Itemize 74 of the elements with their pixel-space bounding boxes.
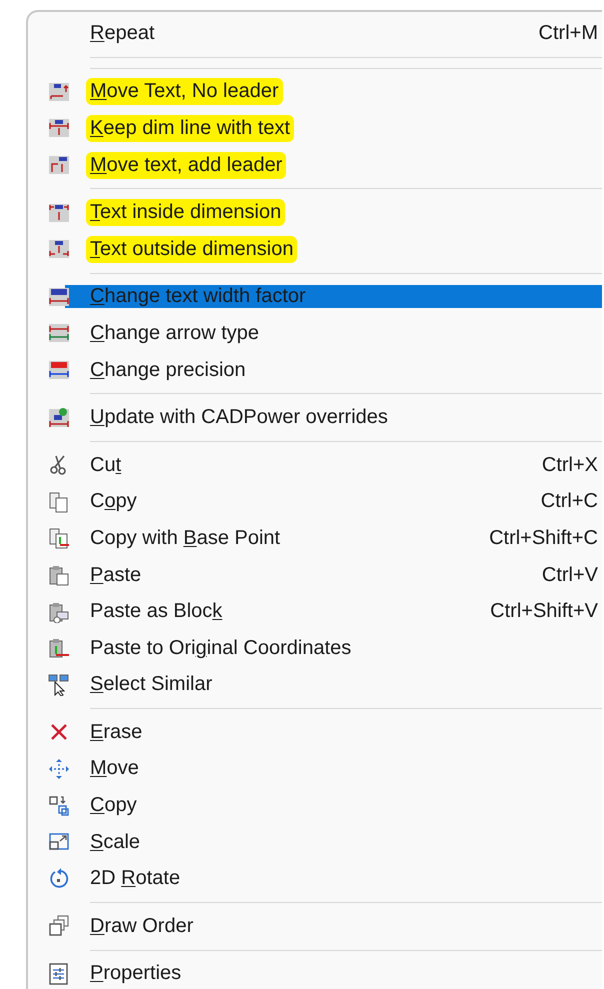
menu-item-label: Text inside dimension: [86, 199, 286, 226]
menu-item-label: Copy: [90, 793, 137, 818]
menu-item[interactable]: 2D Rotate: [28, 860, 602, 898]
menu-item[interactable]: Copy: [28, 787, 602, 824]
shortcut-text: Ctrl+Shift+V: [490, 600, 599, 624]
menu-item-label: Update with CADPower overrides: [90, 405, 388, 430]
menu-item-label: 2D Rotate: [90, 866, 180, 892]
menu-item-label: Change arrow type: [90, 320, 259, 346]
shortcut-text: Ctrl+M: [538, 22, 599, 45]
menu-item[interactable]: Text outside dimension: [28, 230, 602, 268]
menu-item[interactable]: Repeat Ctrl+M: [28, 15, 602, 52]
copy-base-point-icon: [48, 527, 70, 550]
menu-item-label: Scale: [90, 830, 140, 855]
menu-item-label: Copy: [90, 489, 137, 514]
menu-item-label: Change text width factor: [90, 284, 306, 310]
menu-item-label: Select Similar: [90, 672, 212, 698]
move-arrows-icon: [48, 758, 70, 780]
menu-item[interactable]: Change arrow type: [28, 315, 602, 352]
menu-item[interactable]: Copy with Base Point Ctrl+Shift+C: [28, 520, 602, 557]
shortcut-text: Ctrl+Shift+C: [489, 526, 599, 550]
dimension-icon: [48, 322, 70, 344]
copy-icon: [48, 490, 70, 513]
menu-item-label: Repeat: [90, 20, 155, 46]
copy-squares-icon: [48, 794, 70, 817]
menu-item[interactable]: Properties: [28, 956, 602, 989]
menu-item-label: Change precision: [90, 358, 246, 383]
dimension-icon: [48, 286, 70, 308]
dimension-icon: [48, 80, 70, 103]
menu-item[interactable]: Scale: [28, 824, 602, 860]
menu-item-label: Properties: [90, 961, 182, 986]
menu-item-label: Copy with Base Point: [90, 526, 280, 551]
dimension-icon: [48, 202, 70, 224]
menu-item[interactable]: Change precision: [28, 352, 602, 388]
menu-item-label: Move text, add leader: [86, 152, 286, 179]
menu-item[interactable]: Keep dim line with text: [28, 110, 602, 147]
menu-item-label: Text outside dimension: [86, 236, 298, 263]
dimension-icon: [48, 406, 70, 429]
menu-item[interactable]: Update with CADPower overrides: [28, 399, 602, 436]
menu-item-label: Paste: [90, 562, 142, 588]
menu-item-label: Move Text, No leader: [86, 78, 283, 106]
menu-item-label: Erase: [90, 720, 142, 745]
cursor-icon: [48, 674, 70, 696]
dimension-icon: [48, 238, 70, 260]
paste-coordinates-icon: [48, 637, 70, 660]
menu-item-label: Move: [90, 756, 139, 782]
properties-icon: [48, 962, 70, 985]
menu-item[interactable]: Copy Ctrl+C: [28, 484, 602, 520]
menu-item-label: Keep dim line with text: [86, 114, 294, 142]
dimension-icon: [48, 359, 70, 382]
menu-item[interactable]: Select Similar: [28, 666, 602, 704]
menu-item[interactable]: Cut Ctrl+X: [28, 446, 602, 484]
menu-item[interactable]: Erase: [28, 714, 602, 751]
draw-order-icon: [48, 915, 70, 938]
menu-item[interactable]: Move: [28, 750, 602, 788]
menu-item[interactable]: Paste to Original Coordinates: [28, 630, 602, 666]
menu-item[interactable]: Paste Ctrl+V: [28, 556, 602, 594]
menu-item-label: Draw Order: [90, 914, 194, 939]
menu-item[interactable]: Text inside dimension: [28, 194, 602, 231]
paste-icon: [48, 564, 70, 586]
menu-item-label: Cut: [90, 452, 122, 478]
menu-item-label: Paste to Original Coordinates: [90, 636, 352, 661]
menu-item[interactable]: Change text width factor: [28, 278, 602, 316]
menu-item[interactable]: Paste as Block Ctrl+Shift+V: [28, 593, 602, 630]
dimension-icon: [48, 154, 70, 176]
menu-item[interactable]: Draw Order: [28, 908, 602, 945]
rotate-icon: [48, 868, 70, 890]
shortcut-text: Ctrl+C: [540, 490, 599, 514]
dimension-icon: [48, 117, 70, 140]
menu-item-label: Paste as Block: [90, 599, 222, 624]
shortcut-text: Ctrl+X: [542, 454, 599, 477]
shortcut-text: Ctrl+V: [542, 564, 599, 587]
paste-block-icon: [48, 600, 70, 623]
menu-item[interactable]: Move text, add leader: [28, 146, 602, 184]
menu-item[interactable]: Move Text, No leader: [28, 74, 602, 110]
